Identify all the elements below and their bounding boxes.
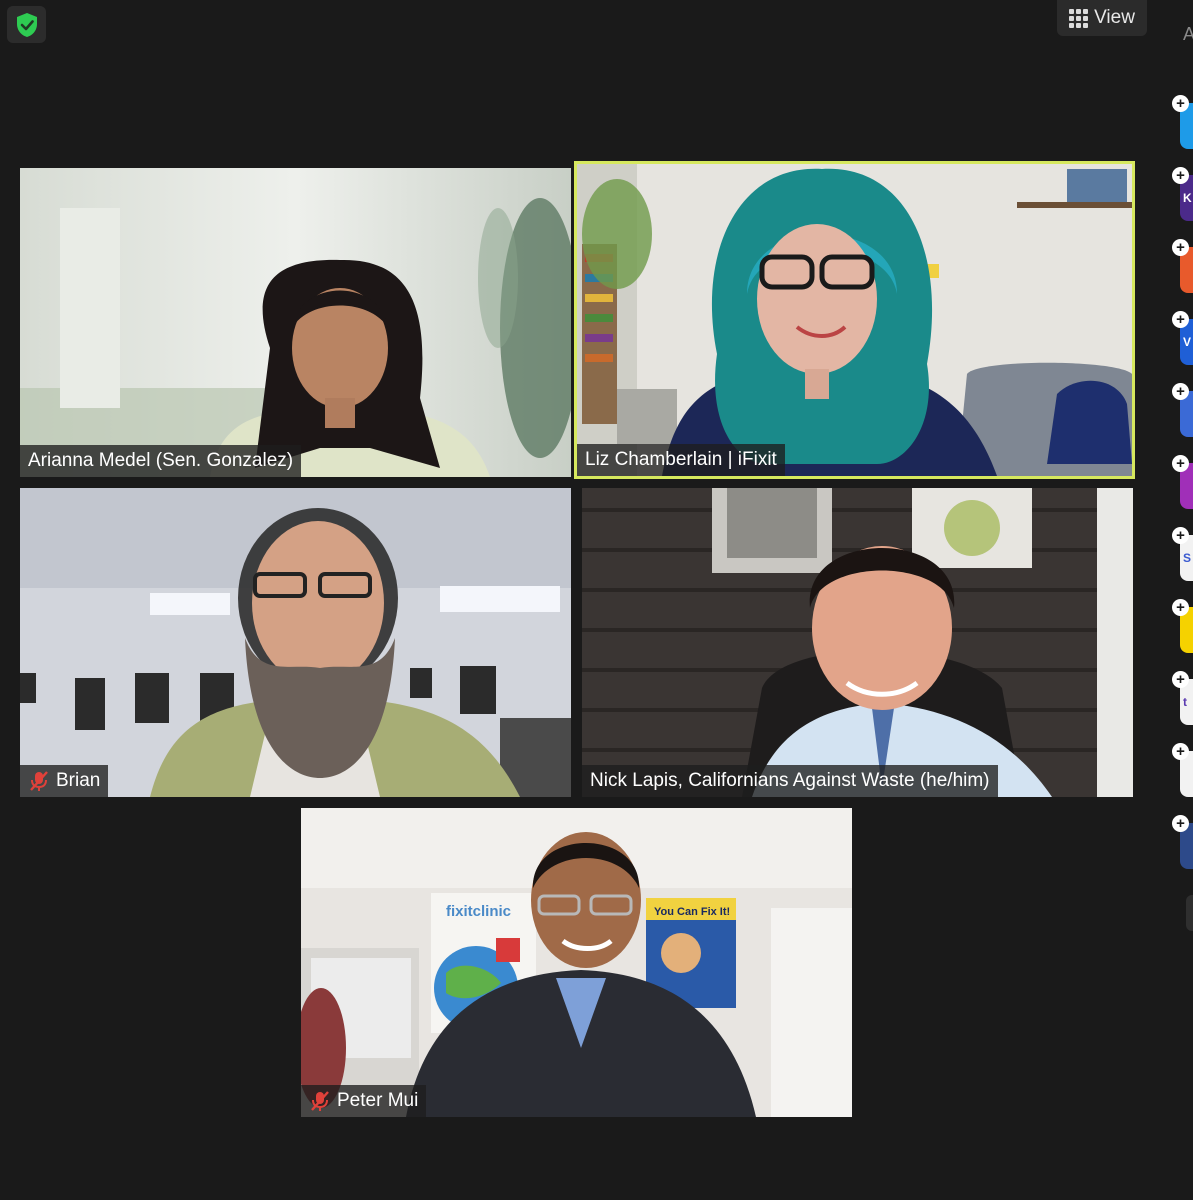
- app-item[interactable]: V +: [1172, 311, 1193, 367]
- video-feed: [577, 164, 1132, 476]
- video-feed: [20, 488, 571, 797]
- video-tile-peter[interactable]: fixitclinic You Can Fix It! Peter Mui: [301, 808, 852, 1117]
- participant-nameplate: Arianna Medel (Sen. Gonzalez): [20, 445, 302, 477]
- app-item[interactable]: +: [1172, 383, 1193, 439]
- participant-name: Nick Lapis, Californians Against Waste (…: [590, 770, 990, 791]
- video-feed: [20, 168, 571, 477]
- app-item[interactable]: S +: [1172, 527, 1193, 583]
- apps-scroll-handle[interactable]: [1186, 895, 1193, 931]
- view-button[interactable]: View: [1057, 0, 1147, 36]
- participant-nameplate: Liz Chamberlain | iFixit: [577, 444, 785, 476]
- add-app-icon[interactable]: +: [1172, 167, 1189, 184]
- add-app-icon[interactable]: +: [1172, 95, 1189, 112]
- video-feed: [582, 488, 1133, 797]
- video-tile-nick[interactable]: Nick Lapis, Californians Against Waste (…: [582, 488, 1133, 797]
- video-tile-liz[interactable]: Liz Chamberlain | iFixit: [577, 164, 1132, 476]
- app-item[interactable]: +: [1172, 599, 1193, 655]
- mic-muted-icon: [30, 771, 48, 791]
- add-app-icon[interactable]: +: [1172, 599, 1189, 616]
- poster-text-you-can-fix-it: You Can Fix It!: [654, 906, 730, 918]
- participant-nameplate: Brian: [20, 765, 109, 797]
- app-item[interactable]: K +: [1172, 167, 1193, 223]
- meeting-window: View A Arianna Medel (Sen. Gonzalez) Liz…: [0, 0, 1193, 1200]
- participant-nameplate: Nick Lapis, Californians Against Waste (…: [582, 765, 998, 797]
- shield-check-icon: [16, 12, 37, 37]
- app-item[interactable]: +: [1172, 95, 1193, 151]
- add-app-icon[interactable]: +: [1172, 383, 1189, 400]
- add-app-icon[interactable]: +: [1172, 239, 1189, 256]
- participant-name: Liz Chamberlain | iFixit: [585, 449, 777, 470]
- participant-nameplate: Peter Mui: [301, 1085, 427, 1117]
- app-item[interactable]: t +: [1172, 671, 1193, 727]
- participant-name: Arianna Medel (Sen. Gonzalez): [28, 450, 294, 471]
- add-app-icon[interactable]: +: [1172, 527, 1189, 544]
- video-feed: fixitclinic You Can Fix It!: [301, 808, 852, 1117]
- add-app-icon[interactable]: +: [1172, 743, 1189, 760]
- view-button-label: View: [1094, 7, 1135, 28]
- add-app-icon[interactable]: +: [1172, 311, 1189, 328]
- add-app-icon[interactable]: +: [1172, 815, 1189, 832]
- grid-icon: [1069, 8, 1089, 28]
- app-item[interactable]: +: [1172, 455, 1193, 511]
- app-item[interactable]: +: [1172, 743, 1193, 799]
- video-tile-arianna[interactable]: Arianna Medel (Sen. Gonzalez): [20, 168, 571, 477]
- security-shield-button[interactable]: [7, 6, 46, 43]
- add-app-icon[interactable]: +: [1172, 455, 1189, 472]
- poster-text-fixitclinic: fixitclinic: [446, 903, 511, 920]
- app-item[interactable]: +: [1172, 815, 1193, 871]
- participant-name: Peter Mui: [337, 1090, 419, 1111]
- participant-name: Brian: [56, 770, 101, 791]
- add-app-icon[interactable]: +: [1172, 671, 1189, 688]
- app-item[interactable]: +: [1172, 239, 1193, 295]
- mic-muted-icon: [311, 1091, 329, 1111]
- edge-clipped-text: A: [1183, 24, 1193, 44]
- video-tile-brian[interactable]: Brian: [20, 488, 571, 797]
